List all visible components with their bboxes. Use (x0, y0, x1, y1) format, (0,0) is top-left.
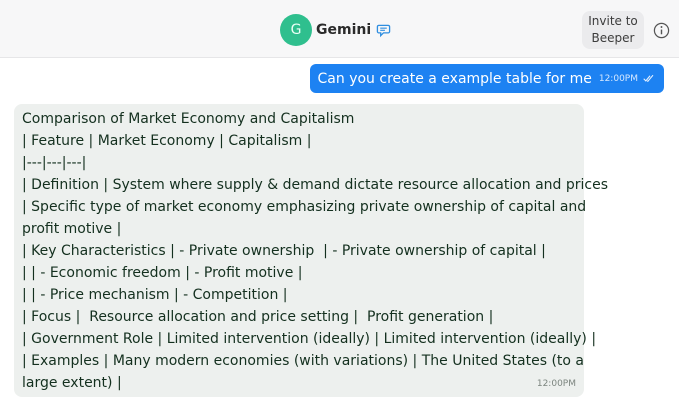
chat-header: G Gemini Invite to Beeper (0, 0, 679, 58)
chat-name[interactable]: Gemini (316, 22, 371, 38)
message-line: |---|---|---| (22, 155, 87, 171)
message-line: | | - Economic freedom | - Profit motive… (22, 265, 303, 281)
message-line: Comparison of Market Economy and Capital… (22, 111, 355, 127)
outgoing-message-bubble[interactable]: Can you create a example table for me 12… (309, 64, 664, 93)
message-line: large extent) | (22, 375, 122, 391)
message-meta: 12:00PM (599, 74, 654, 84)
info-icon[interactable] (653, 22, 670, 39)
message-line: | Specific type of market economy emphas… (22, 199, 587, 215)
chat-title[interactable]: G Gemini (280, 14, 391, 46)
outgoing-message-text: Can you create a example table for me (317, 70, 592, 87)
message-line: | Focus | Resource allocation and price … (22, 309, 494, 325)
message-time: 12:00PM (598, 73, 638, 84)
message-time: 12:00PM (536, 379, 576, 389)
message-line: | Definition | System where supply & dem… (22, 177, 609, 193)
message-line: | Government Role | Limited intervention… (22, 331, 597, 347)
message-line: | Key Characteristics | - Private owners… (22, 243, 546, 259)
message-line: profit motive | (22, 221, 122, 237)
avatar[interactable]: G (280, 14, 312, 46)
message-line: | | - Price mechanism | - Competition | (22, 287, 288, 303)
double-check-icon (643, 74, 654, 83)
chat-bubble-icon (376, 24, 391, 37)
invite-to-beeper-button[interactable]: Invite to Beeper (582, 11, 644, 49)
incoming-message-bubble[interactable]: Comparison of Market Economy and Capital… (14, 104, 609, 397)
message-line: | Feature | Market Economy | Capitalism … (22, 133, 312, 149)
message-line: | Examples | Many modern economies (with… (22, 353, 584, 369)
